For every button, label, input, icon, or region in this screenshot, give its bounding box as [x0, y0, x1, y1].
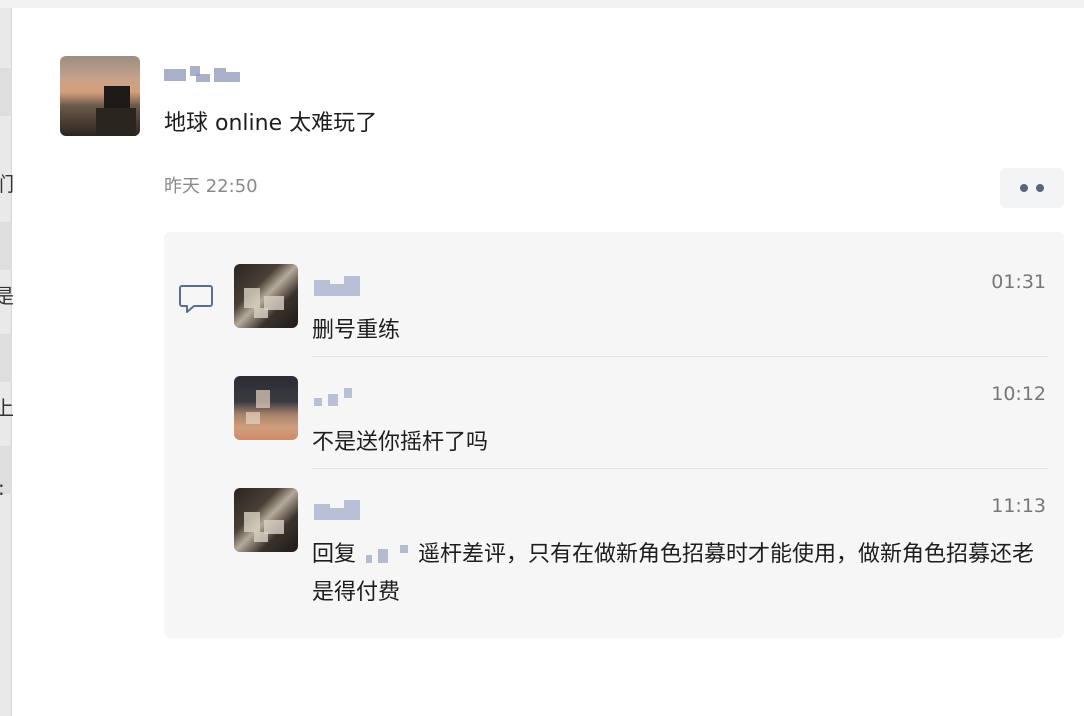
reply-name-blurred[interactable]	[314, 276, 362, 298]
window-top-strip	[0, 0, 1084, 8]
post-text: 地球 online 太难玩了	[164, 111, 378, 136]
edge-glyph: 们	[0, 172, 14, 196]
mention-blurred[interactable]	[360, 545, 414, 565]
reply-name-blurred[interactable]	[314, 388, 354, 410]
reply-timestamp: 01:31	[991, 271, 1046, 293]
background-window-edge: 们 是 上 :	[0, 8, 14, 716]
more-options-button[interactable]	[1000, 168, 1064, 208]
edge-glyph: 上	[0, 396, 14, 420]
edge-band	[0, 334, 12, 382]
edge-band	[0, 68, 12, 116]
edge-glyph: 是	[0, 284, 14, 308]
edge-glyph: :	[0, 478, 5, 498]
reply-prefix: 回复	[312, 542, 357, 567]
reply-name-blurred[interactable]	[314, 500, 362, 522]
reply-divider	[312, 468, 1048, 469]
reply-text: 不是送你摇杆了吗	[312, 430, 489, 455]
reply-timestamp: 10:12	[991, 383, 1046, 405]
post-timestamp: 昨天 22:50	[164, 176, 258, 197]
reply-text: 删号重练	[312, 318, 401, 343]
reply-divider	[312, 356, 1048, 357]
more-dots-icon	[1020, 184, 1028, 192]
reply-body: 遥杆差评，只有在做新角色招募时才能使用，做新角色招募还老是得付费	[312, 542, 1035, 605]
reply-avatar[interactable]	[234, 488, 298, 552]
reply-text: 回复 遥杆差评，只有在做新角色招募时才能使用，做新角色招募还老是得付费	[312, 536, 1052, 612]
reply-avatar[interactable]	[234, 376, 298, 440]
edge-band	[0, 222, 12, 270]
poster-name-blurred[interactable]	[164, 66, 244, 84]
reply-timestamp: 11:13	[991, 495, 1046, 517]
poster-avatar[interactable]	[60, 56, 140, 136]
comment-bubble-icon	[179, 285, 213, 313]
reply-avatar[interactable]	[234, 264, 298, 328]
more-dots-icon	[1036, 184, 1044, 192]
